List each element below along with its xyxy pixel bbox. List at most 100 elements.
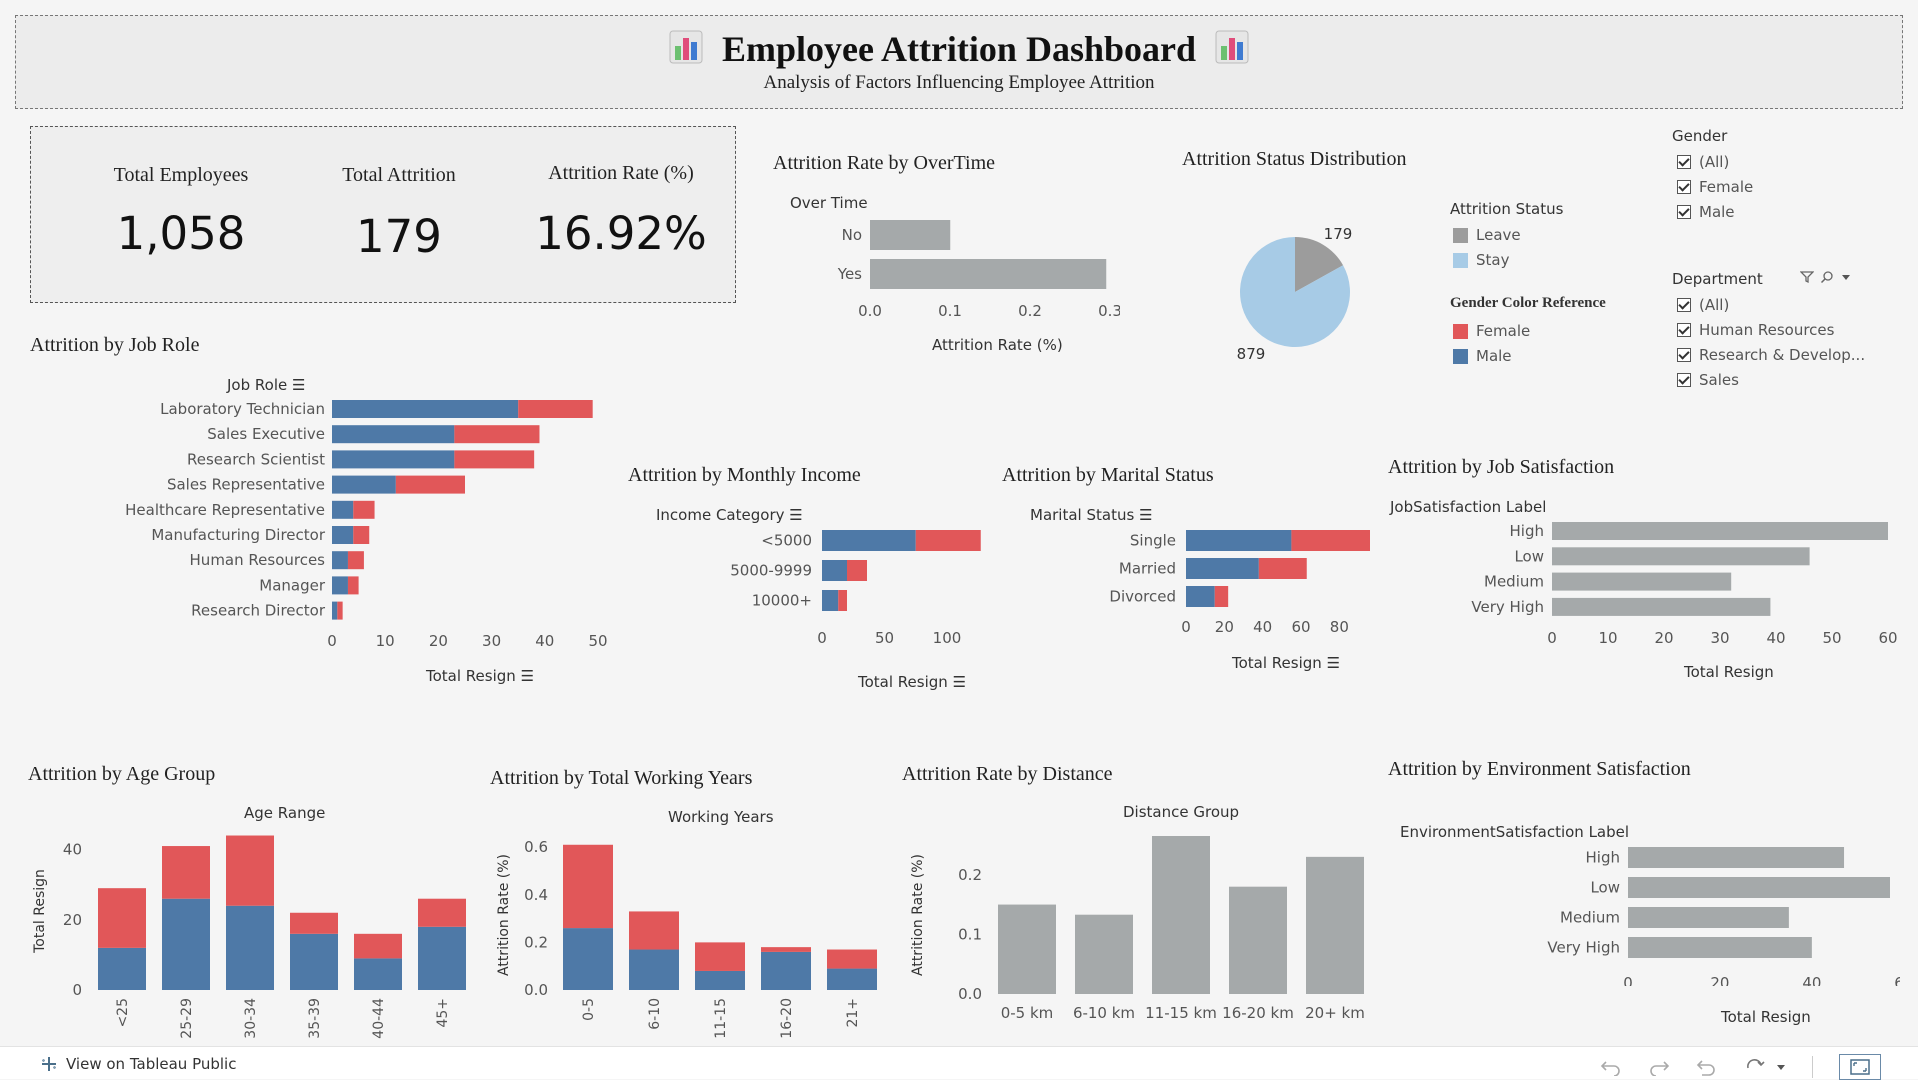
x-tick-label-25: <25 (115, 998, 131, 1028)
x-tick-label-20-km: 20+ km (1305, 1004, 1365, 1022)
x-tick-label-16-20: 16-20 (779, 998, 795, 1039)
sort-icon[interactable]: ☰ (521, 667, 534, 685)
x-tick-label: 20 (1215, 618, 1234, 636)
jobsat-x-axis-label: Total Resign (1684, 663, 1774, 681)
x-tick-label: 60 (1878, 629, 1897, 647)
row-label-5000-9999: 5000-9999 (730, 562, 812, 580)
bar-manager-male (332, 576, 348, 595)
bar-6-10-male (629, 949, 679, 990)
bar-low (1628, 877, 1890, 898)
dashboard-header: Employee Attrition Dashboard Analysis of… (15, 15, 1903, 109)
bar-sales-executive-female (454, 425, 540, 444)
x-tick-label-40-44: 40-44 (371, 998, 387, 1039)
row-label-medium: Medium (1484, 573, 1544, 591)
checkbox-icon[interactable] (1677, 155, 1691, 169)
age-col-header: Age Range (244, 804, 326, 822)
bar-chart-emoji-icon (669, 30, 703, 68)
checkbox-icon[interactable] (1677, 205, 1691, 219)
bar-very-high (1628, 937, 1812, 958)
y-axis-label: Attrition Rate (%) (910, 854, 926, 976)
jobrole-chart: Laboratory Technician Sales Executive Rese… (125, 400, 608, 650)
sort-icon[interactable]: ☰ (1327, 654, 1340, 672)
income-chart: <5000 5000-9999 10000+ 0 50 100 (730, 530, 981, 647)
checkbox-icon[interactable] (1677, 323, 1691, 337)
row-label-healthcare-representative: Healthcare Representative (125, 501, 325, 519)
dashboard-subtitle: Analysis of Factors Influencing Employee… (763, 72, 1155, 93)
income-chart-title: Attrition by Monthly Income (628, 464, 861, 486)
dropdown-arrow-icon[interactable] (1840, 271, 1852, 283)
sort-icon[interactable]: ☰ (953, 673, 966, 691)
age-chart-title: Attrition by Age Group (28, 763, 216, 785)
x-tick-label: 0 (1623, 974, 1633, 986)
checkbox-icon[interactable] (1677, 180, 1691, 194)
redo-icon[interactable] (1648, 1058, 1670, 1076)
bar-30-34-male (226, 905, 274, 990)
view-on-tableau-link[interactable]: View on Tableau Public (40, 1055, 236, 1073)
x-tick-label: 40 (1253, 618, 1272, 636)
bar-low (1552, 547, 1810, 566)
x-tick-label: 20 (1654, 629, 1673, 647)
stay-swatch (1453, 252, 1468, 268)
bar-very-high (1552, 597, 1771, 616)
department-option-human-resources[interactable]: Human Resources (1677, 321, 1834, 339)
y-tick-label: 0.0 (524, 981, 548, 999)
x-tick-label: 0.1 (938, 302, 962, 320)
footer-toolbar (1600, 1054, 1881, 1080)
male-swatch (1453, 348, 1468, 364)
y-tick-label: 40 (63, 841, 82, 859)
distance-chart: 0-5 km 6-10 km 11-15 km 16-20 km 20+ km 0.0 0.… (910, 836, 1365, 1022)
female-swatch (1453, 323, 1468, 339)
legend-item-male[interactable]: Male (1453, 347, 1512, 365)
legend-item-leave[interactable]: Leave (1453, 226, 1521, 244)
bar-40-44-female (354, 933, 402, 959)
kpi-panel: Total Employees 1,058 Total Attrition 17… (30, 126, 736, 303)
gender-option-male[interactable]: Male (1677, 203, 1735, 221)
pie-label-leave: 179 (1324, 225, 1353, 243)
legend-item-stay[interactable]: Stay (1453, 251, 1509, 269)
row-label-low: Low (1514, 547, 1544, 565)
department-option-sales[interactable]: Sales (1677, 371, 1739, 389)
x-tick-label: 50 (1822, 629, 1841, 647)
checkbox-icon[interactable] (1677, 348, 1691, 362)
row-label-research-director: Research Director (191, 602, 326, 620)
bar-16-20-male (761, 951, 811, 990)
bar-45-female (418, 898, 466, 927)
dashboard-title: Employee Attrition Dashboard (721, 29, 1196, 69)
x-tick-label: 20 (1710, 974, 1729, 986)
bar-research-director-male (332, 601, 338, 620)
tableau-logo-icon (42, 1057, 56, 1071)
overtime-x-axis-label: Attrition Rate (%) (932, 336, 1063, 354)
row-label-yes: Yes (837, 265, 862, 283)
gender-option-female[interactable]: Female (1677, 178, 1753, 196)
row-label-high: High (1586, 849, 1620, 867)
undo-icon[interactable] (1600, 1058, 1622, 1076)
bar-11-15-km (1152, 836, 1210, 994)
bar-25-female (98, 888, 146, 948)
marital-x-axis-label: Total Resign ☰ (1232, 654, 1341, 672)
department-option-research[interactable]: Research & Develop... (1677, 346, 1865, 364)
bar-0-5-male (563, 928, 613, 990)
department-option-all[interactable]: (All) (1677, 296, 1729, 314)
refresh-control[interactable] (1744, 1058, 1786, 1076)
dropdown-arrow-icon[interactable] (1776, 1062, 1786, 1072)
row-label-divorced: Divorced (1109, 588, 1176, 606)
y-tick-label: 0.6 (524, 838, 548, 856)
bar-16-20-km (1229, 886, 1287, 994)
department-filter-controls (1800, 270, 1852, 284)
bar-30-34-female (226, 835, 274, 906)
fullscreen-button[interactable] (1839, 1054, 1881, 1080)
refresh-icon[interactable] (1744, 1058, 1766, 1076)
legend-item-female[interactable]: Female (1453, 322, 1530, 340)
filter-funnel-icon[interactable] (1800, 270, 1814, 284)
bar-45-male (418, 926, 466, 990)
bar-6-10-female (629, 911, 679, 950)
checkbox-icon[interactable] (1677, 298, 1691, 312)
row-label-single: Single (1130, 532, 1176, 550)
search-icon[interactable] (1820, 270, 1834, 284)
checkbox-icon[interactable] (1677, 373, 1691, 387)
toolbar-divider (1812, 1056, 1813, 1078)
bar-research-scientist-male (332, 450, 455, 469)
revert-icon[interactable] (1696, 1058, 1718, 1076)
bar-chart-emoji-icon (1215, 30, 1249, 68)
gender-option-all[interactable]: (All) (1677, 153, 1729, 171)
